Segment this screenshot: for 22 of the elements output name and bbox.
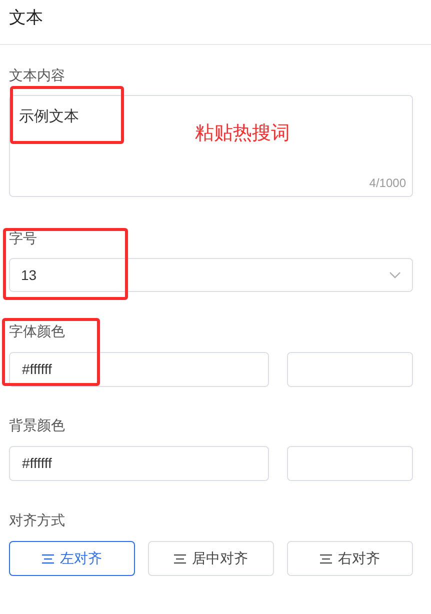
color-input-field[interactable]: #ffffff xyxy=(9,352,270,387)
align-lines-icon xyxy=(320,554,332,564)
chevron-down-icon xyxy=(389,271,401,279)
font-size-select[interactable]: 13 xyxy=(9,258,413,292)
character-counter: 4/1000 xyxy=(369,175,406,192)
align-lines-icon xyxy=(174,554,186,564)
select-value: 13 xyxy=(21,266,37,284)
color-input-field[interactable]: #ffffff xyxy=(9,446,270,481)
align-button[interactable]: 左对齐 xyxy=(9,541,135,576)
field-label: 字号 xyxy=(9,229,37,248)
field-label: 对齐方式 xyxy=(9,511,65,530)
field-label: 文本内容 xyxy=(9,66,65,85)
align-button[interactable]: 居中对齐 xyxy=(148,541,274,576)
field-label: 字体颜色 xyxy=(9,322,65,341)
color-swatch[interactable] xyxy=(287,352,413,387)
annotation-note: 粘贴热搜词 xyxy=(195,122,290,146)
field-label: 背景颜色 xyxy=(9,416,65,435)
align-button[interactable]: 右对齐 xyxy=(287,541,413,576)
color-swatch[interactable] xyxy=(287,446,413,481)
text-value: 示例文本 xyxy=(19,107,79,127)
panel-title: 文本 xyxy=(9,7,44,29)
align-lines-icon xyxy=(42,554,54,564)
